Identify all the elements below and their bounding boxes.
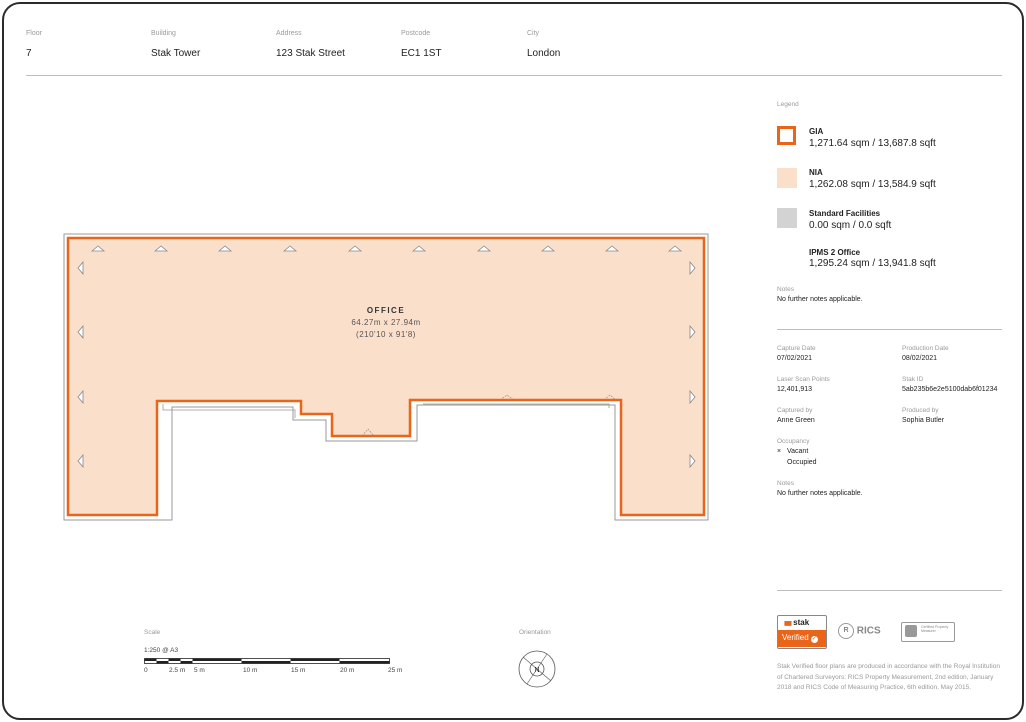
- produced-by-label: Produced by: [902, 407, 939, 414]
- details-notes-value: No further notes applicable.: [777, 490, 863, 497]
- room-dims-metric: 64.27m x 27.94m: [351, 318, 420, 327]
- captured-by-value: Anne Green: [777, 417, 815, 424]
- capture-date-label: Capture Date: [777, 345, 816, 352]
- certified-measurer-badge: Certified Property Measurer: [901, 622, 955, 642]
- stak-logo: stak: [793, 618, 810, 627]
- occupancy-check-icon: ×: [777, 448, 782, 455]
- ipms-title: IPMS 2 Office: [809, 248, 861, 257]
- orientation-label: Orientation: [519, 629, 551, 636]
- scale-bar: [144, 658, 390, 664]
- rics-emblem-icon: R: [838, 623, 854, 639]
- legend-notes-value: No further notes applicable.: [777, 296, 863, 303]
- production-date-label: Production Date: [902, 345, 949, 352]
- scale-ratio: 1:250 @ A3: [144, 647, 179, 654]
- stak-bars-icon: ▮▮▮: [784, 621, 792, 627]
- verified-check-icon: ✓: [810, 636, 818, 643]
- capture-date-value: 07/02/2021: [777, 355, 813, 362]
- certified-text: Certified Property Measurer: [921, 625, 949, 634]
- legend-divider: [777, 329, 1002, 330]
- captured-by-label: Captured by: [777, 407, 813, 414]
- gia-value: 1,271.64 sqm / 13,687.8 sqft: [809, 138, 936, 149]
- scale-tick-10: 10 m: [243, 667, 258, 674]
- scale-tick-2-5: 2.5 m: [169, 667, 186, 674]
- details-divider: [777, 590, 1002, 591]
- stak-verified-badge: ▮▮▮ stak Verified ✓: [777, 615, 827, 649]
- compass-north: N: [534, 667, 539, 674]
- standard-facilities-swatch: [777, 208, 797, 228]
- standard-facilities-value: 0.00 sqm / 0.0 sqft: [809, 220, 892, 231]
- certified-emblem-icon: [905, 625, 917, 637]
- verified-label: Verified: [782, 633, 809, 642]
- standard-facilities-title: Standard Facilities: [809, 209, 881, 218]
- room-dims-imperial: (210'10 x 91'8): [356, 330, 416, 339]
- scale-tick-20: 20 m: [340, 667, 355, 674]
- details-notes-label: Notes: [777, 480, 794, 487]
- rics-logo: R RICS: [838, 623, 881, 641]
- scale-tick-25: 25 m: [388, 667, 403, 674]
- inner-wall: [162, 404, 296, 418]
- rics-text: RICS: [856, 625, 881, 637]
- nia-title: NIA: [809, 168, 823, 177]
- room-name: OFFICE: [367, 306, 405, 315]
- laser-scan-value: 12,401,913: [777, 386, 813, 393]
- stak-id-value: 5ab235b6e2e5100dab6f01234: [902, 386, 998, 393]
- production-date-value: 08/02/2021: [902, 355, 938, 362]
- gia-swatch: [777, 126, 796, 145]
- occupancy-option-vacant: Vacant: [787, 448, 809, 455]
- scale-tick-0: 0: [144, 667, 148, 674]
- legend-notes-label: Notes: [777, 286, 794, 293]
- nia-value: 1,262.08 sqm / 13,584.9 sqft: [809, 179, 936, 190]
- stak-id-label: Stak ID: [902, 376, 924, 383]
- nia-swatch: [777, 168, 797, 188]
- scale-tick-5: 5 m: [194, 667, 205, 674]
- gia-title: GIA: [809, 127, 824, 136]
- produced-by-value: Sophia Butler: [902, 417, 945, 424]
- office-area: [66, 236, 706, 517]
- compliance-footnote: Stak Verified floor plans are produced i…: [777, 663, 1000, 691]
- document-frame: Floor 7 Building Stak Tower Address 123 …: [2, 2, 1024, 720]
- floor-plan: OFFICE 64.27m x 27.94m (210'10 x 91'8): [63, 233, 709, 521]
- ipms-value: 1,295.24 sqm / 13,941.8 sqft: [809, 258, 936, 269]
- compass: N: [518, 650, 556, 688]
- occupancy-option-occupied: Occupied: [787, 459, 817, 466]
- scale-label: Scale: [144, 629, 161, 636]
- occupancy-label: Occupancy: [777, 438, 810, 445]
- laser-scan-label: Laser Scan Points: [777, 376, 830, 383]
- scale-tick-15: 15 m: [291, 667, 306, 674]
- legend-title: Legend: [777, 101, 799, 108]
